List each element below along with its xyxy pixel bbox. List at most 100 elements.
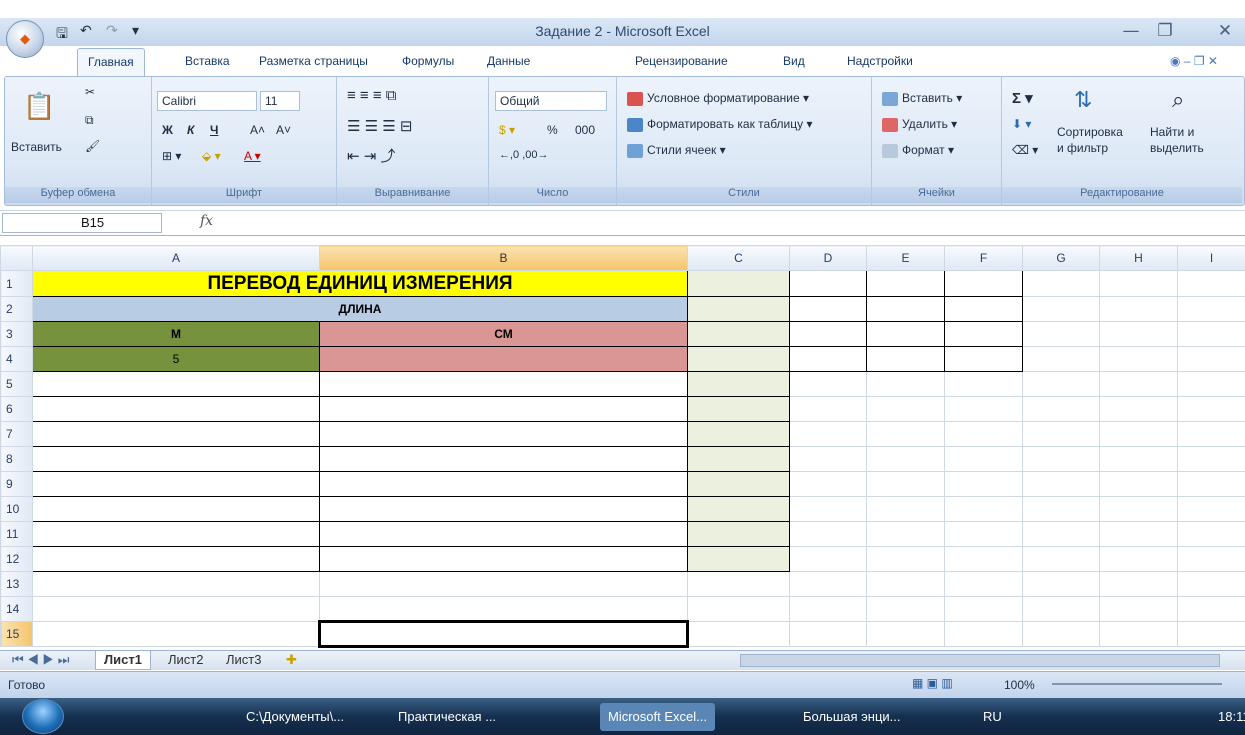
cell[interactable] [32,570,320,597]
cell[interactable] [1177,595,1245,622]
cell[interactable] [789,570,867,597]
cell[interactable] [866,620,945,648]
cell[interactable] [1177,620,1245,648]
cell[interactable] [1099,570,1178,597]
cell[interactable] [1099,471,1178,498]
clock[interactable]: 18:11 [1210,703,1245,731]
bold-button[interactable]: Ж [162,123,173,137]
cell[interactable] [1022,346,1100,373]
cell[interactable] [1177,471,1245,498]
cell[interactable] [1177,421,1245,448]
cell[interactable] [944,269,1023,298]
cell[interactable] [32,595,320,622]
cell[interactable] [789,446,867,473]
decimal-icons[interactable]: ←,0 ,00→ [499,149,549,161]
cell[interactable] [687,521,790,547]
cell[interactable] [866,346,945,373]
cell[interactable] [1099,620,1178,648]
row-header[interactable]: 15 [0,620,33,648]
name-box[interactable]: B15 [2,213,162,233]
cell[interactable] [789,396,867,423]
cell[interactable] [1022,269,1100,298]
cell[interactable] [1099,346,1178,373]
column-header-f[interactable]: F [944,245,1023,271]
cell[interactable] [944,570,1023,597]
tab-home[interactable]: Главная [77,48,145,76]
active-cell[interactable] [318,619,689,648]
align-vertical-icons[interactable]: ≡ ≡ ≡ ⧉ [347,87,396,104]
taskbar-item-excel[interactable]: Microsoft Excel... [600,703,715,731]
row-header[interactable]: 5 [0,371,33,398]
cell[interactable] [319,371,688,398]
sheet-tab-2[interactable]: Лист2 [160,651,211,670]
help-icon[interactable]: ◉ – ❐ ✕ [1170,54,1218,68]
cell[interactable] [687,421,790,448]
cell[interactable] [866,446,945,473]
tab-addins[interactable]: Надстройки [847,54,913,68]
font-size-select[interactable]: 11 [260,91,300,111]
cell[interactable] [1099,296,1178,323]
cell[interactable] [1022,396,1100,423]
cell[interactable] [789,346,867,373]
sort-filter-label-2[interactable]: и фильтр [1057,141,1108,155]
cell[interactable] [1022,595,1100,622]
cell[interactable] [866,396,945,423]
cell[interactable] [1177,521,1245,547]
cell[interactable] [944,620,1023,648]
cell[interactable] [789,595,867,622]
cell[interactable] [1022,620,1100,648]
cell[interactable] [687,396,790,423]
cell[interactable] [1099,371,1178,398]
cell[interactable] [789,421,867,448]
copy-icon[interactable]: ⧉ [85,113,94,128]
cell[interactable] [944,371,1023,398]
cell[interactable] [944,321,1023,348]
taskbar-item-practical[interactable]: Практическая ... [390,703,504,731]
sheet-tab-1[interactable]: Лист1 [95,651,151,670]
cell[interactable] [687,570,790,597]
value-m-cell[interactable]: 5 [32,346,320,373]
cell[interactable] [866,471,945,498]
cell[interactable] [789,496,867,523]
restore-icon[interactable]: ❐ [1150,21,1180,43]
row-header[interactable]: 7 [0,421,33,448]
cell[interactable] [319,595,688,622]
cell[interactable] [944,296,1023,323]
cell[interactable] [32,521,320,547]
cell[interactable] [866,269,945,298]
underline-button[interactable]: Ч [210,123,218,137]
zoom-slider[interactable] [1052,683,1222,685]
conditional-format-button[interactable]: Условное форматирование ▾ [627,91,809,106]
font-name-select[interactable]: Calibri [157,91,257,111]
zoom-level[interactable]: 100% [1004,678,1035,692]
cut-icon[interactable]: ✂ [85,85,95,99]
cell[interactable] [866,521,945,547]
cell[interactable] [687,321,790,348]
subtitle-cell[interactable]: ДЛИНА [32,296,688,323]
tab-view[interactable]: Вид [783,54,805,68]
select-all-corner[interactable] [0,245,33,271]
cell[interactable] [1022,371,1100,398]
cell[interactable] [319,396,688,423]
cell[interactable] [1022,446,1100,473]
column-header-a[interactable]: A [32,245,320,271]
cell[interactable] [1177,321,1245,348]
cell[interactable] [1177,570,1245,597]
cell[interactable] [866,570,945,597]
cell[interactable] [789,546,867,572]
cell[interactable] [32,620,320,648]
close-icon[interactable]: ✕ [1210,21,1240,43]
title-cell[interactable]: ПЕРЕВОД ЕДИНИЦ ИЗМЕРЕНИЯ [32,269,688,298]
cell[interactable] [866,421,945,448]
header-m-cell[interactable]: М [32,321,320,348]
cell[interactable] [789,471,867,498]
start-button[interactable] [22,699,64,734]
row-header[interactable]: 1 [0,269,33,298]
cell[interactable] [32,446,320,473]
shrink-font-button[interactable]: A˅ [276,123,291,137]
cell[interactable] [866,321,945,348]
cell[interactable] [1099,546,1178,572]
row-header[interactable]: 9 [0,471,33,498]
align-horizontal-icons[interactable]: ☰ ☰ ☰ ⊟ [347,117,412,135]
cell[interactable] [1022,321,1100,348]
